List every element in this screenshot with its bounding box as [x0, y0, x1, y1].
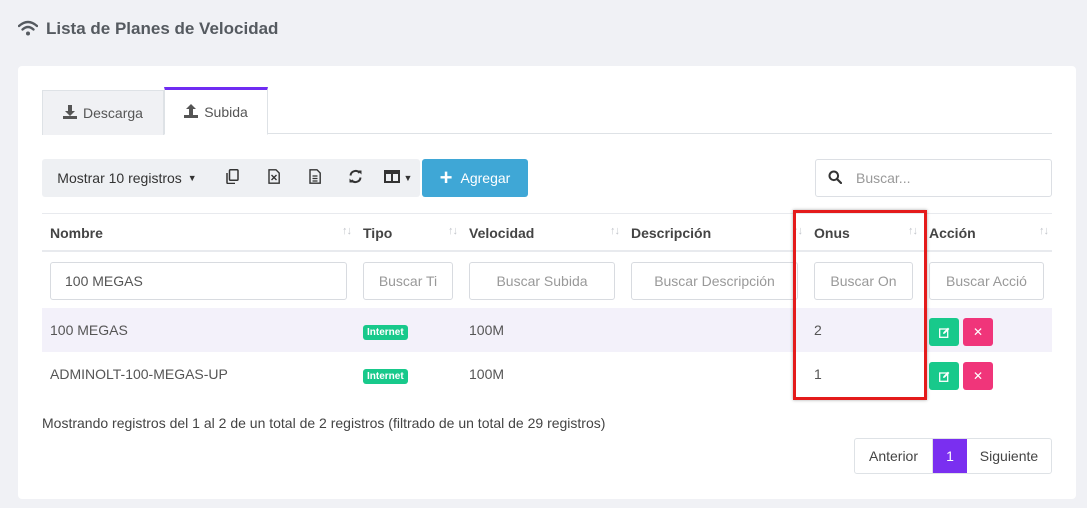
column-header-onus[interactable]: Onus ↑↓: [806, 214, 921, 251]
edit-icon: [938, 371, 949, 382]
filter-onus-input[interactable]: [814, 262, 913, 300]
sort-icon: ↑↓: [448, 225, 458, 237]
pagination-prev[interactable]: Anterior: [855, 439, 933, 473]
close-icon: ✕: [972, 325, 984, 339]
table-info: Mostrando registros del 1 al 2 de un tot…: [42, 415, 606, 431]
plans-card: Descarga Subida Mostrar 10 registros ▼ ▼…: [18, 66, 1076, 499]
csv-icon: [308, 169, 321, 187]
sort-icon: ↑↓: [793, 225, 803, 237]
show-records-dropdown[interactable]: Mostrar 10 registros ▼: [42, 159, 212, 197]
excel-button[interactable]: [253, 159, 294, 197]
close-icon: ✕: [972, 369, 984, 383]
column-header-label: Tipo: [363, 224, 393, 241]
filter-accion-input[interactable]: [929, 262, 1044, 300]
add-button[interactable]: + Agregar: [422, 159, 528, 197]
cell-accion: ✕: [921, 308, 993, 352]
filter-descripcion-input[interactable]: [631, 262, 798, 300]
sort-icon: ↑↓: [342, 225, 352, 237]
column-header-accion[interactable]: Acción ↑↓: [921, 214, 1052, 251]
edit-button[interactable]: [929, 362, 959, 390]
filter-row: [42, 252, 1052, 308]
column-header-label: Acción: [929, 224, 976, 241]
sort-icon: ↑↓: [1039, 225, 1049, 237]
cell-nombre: ADMINOLT-100-MEGAS-UP: [50, 366, 228, 382]
edit-button[interactable]: [929, 318, 959, 346]
search-box: [815, 159, 1052, 197]
show-records-label: Mostrar 10 registros: [57, 170, 182, 186]
tab-subida-label: Subida: [204, 104, 248, 120]
filter-velocidad-input[interactable]: [469, 262, 615, 300]
edit-icon: [938, 327, 949, 338]
search-icon: [828, 170, 843, 187]
pagination-page-1[interactable]: 1: [933, 439, 967, 473]
export-button-group: Mostrar 10 registros ▼ ▼: [42, 159, 420, 197]
filter-tipo-input[interactable]: [363, 262, 453, 300]
tab-subida[interactable]: Subida: [164, 87, 268, 135]
column-header-nombre[interactable]: Nombre ↑↓: [42, 214, 355, 251]
wifi-icon: [17, 20, 39, 39]
page-header: Lista de Planes de Velocidad: [17, 16, 279, 42]
column-header-label: Nombre: [50, 224, 103, 241]
pagination-next[interactable]: Siguiente: [967, 439, 1051, 473]
table-header-row: Nombre ↑↓ Tipo ↑↓ Velocidad ↑↓ Descripci…: [42, 213, 1052, 252]
cell-onus: 1: [814, 366, 822, 382]
cell-tipo: Internet: [355, 308, 408, 352]
columns-icon: [383, 170, 400, 186]
cell-accion: ✕: [921, 352, 993, 396]
caret-down-icon: ▼: [187, 173, 197, 183]
pagination: Anterior 1 Siguiente: [854, 438, 1052, 474]
csv-button[interactable]: [294, 159, 335, 197]
cell-onus: 2: [814, 322, 822, 338]
table-row: ADMINOLT-100-MEGAS-UP Internet 100M 1 ✕: [42, 352, 1052, 396]
download-icon: [63, 104, 78, 122]
cell-velocidad: 100M: [469, 366, 505, 382]
tipo-badge: Internet: [363, 324, 408, 340]
column-header-tipo[interactable]: Tipo ↑↓: [355, 214, 461, 251]
plus-icon: +: [439, 165, 453, 190]
tab-bar: Descarga Subida: [42, 87, 1052, 135]
filter-nombre-input[interactable]: [50, 262, 347, 300]
page-title: Lista de Planes de Velocidad: [46, 19, 279, 38]
upload-icon: [184, 103, 199, 121]
caret-down-icon: ▼: [403, 173, 413, 183]
search-input[interactable]: [856, 170, 1026, 186]
column-header-label: Velocidad: [469, 224, 535, 241]
table-row: 100 MEGAS Internet 100M 2 ✕: [42, 308, 1052, 352]
copy-icon: [226, 169, 239, 187]
cell-descripcion: [623, 308, 631, 352]
tab-descarga-label: Descarga: [83, 105, 143, 121]
cell-descripcion: [623, 352, 631, 396]
tipo-badge: Internet: [363, 368, 408, 384]
cell-nombre: 100 MEGAS: [50, 322, 128, 338]
refresh-icon: [348, 169, 363, 187]
column-header-descripcion[interactable]: Descripción ↑↓: [623, 214, 806, 251]
delete-button[interactable]: ✕: [963, 362, 993, 390]
delete-button[interactable]: ✕: [963, 318, 993, 346]
tab-descarga[interactable]: Descarga: [42, 90, 164, 135]
columns-dropdown[interactable]: ▼: [376, 159, 420, 197]
column-header-velocidad[interactable]: Velocidad ↑↓: [461, 214, 623, 251]
cell-velocidad: 100M: [469, 322, 505, 338]
sort-icon: ↑↓: [610, 225, 620, 237]
column-header-label: Descripción: [631, 224, 712, 241]
column-header-label: Onus: [814, 224, 850, 241]
copy-button[interactable]: [212, 159, 253, 197]
table-toolbar: Mostrar 10 registros ▼ ▼ + Agregar: [42, 159, 528, 197]
cell-tipo: Internet: [355, 352, 408, 396]
excel-icon: [267, 169, 280, 187]
sort-icon: ↑↓: [908, 225, 918, 237]
add-button-label: Agregar: [460, 170, 511, 186]
refresh-button[interactable]: [335, 159, 376, 197]
